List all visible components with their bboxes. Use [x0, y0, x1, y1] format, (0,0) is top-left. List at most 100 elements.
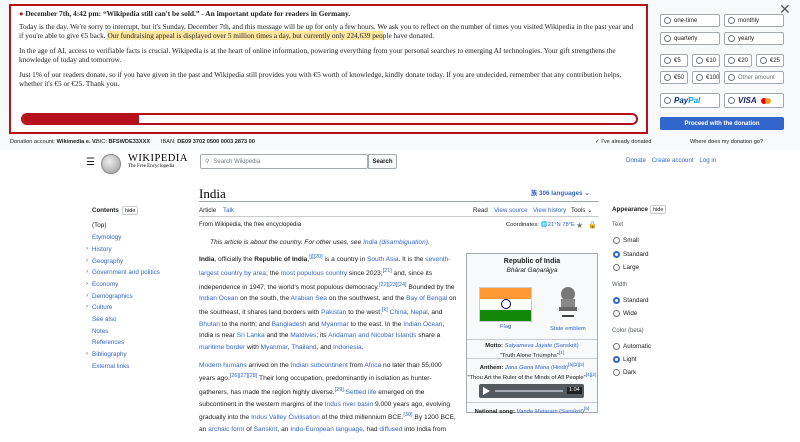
create-account-link[interactable]: Create account [652, 157, 694, 164]
freq-one-time[interactable]: one-time [660, 14, 720, 27]
tab-read[interactable]: Read [473, 207, 488, 214]
flag-image[interactable] [479, 287, 532, 322]
radio-color-dark[interactable] [613, 369, 620, 376]
anthem-link[interactable]: Jana Gana Mana [505, 365, 549, 371]
fundraising-banner: ● December 7th, 4:42 pm: “Wikipedia stil… [0, 0, 800, 150]
amount-20[interactable]: €20 [724, 54, 752, 67]
audio-progress[interactable] [495, 390, 563, 392]
toc-item[interactable]: Demographics [92, 293, 133, 300]
card-option[interactable]: VISA [724, 93, 784, 108]
language-button[interactable]: 族 306 languages ⌄ [531, 188, 589, 197]
donate-link[interactable]: Donate [626, 157, 646, 164]
freq-label: yearly [738, 35, 755, 42]
radio-width-wide[interactable] [613, 310, 620, 317]
appearance-title: Appearance [612, 206, 649, 213]
anthem-ref[interactable]: [4][2] [586, 373, 597, 378]
tab-article[interactable]: Article [199, 207, 216, 214]
search-input[interactable]: ⚲ Search Wikipedia [200, 154, 368, 169]
chevron-right-icon[interactable]: › [86, 304, 88, 310]
toc-item[interactable]: History [92, 246, 112, 253]
radio-text-large[interactable] [613, 264, 620, 271]
chevron-right-icon[interactable]: › [86, 246, 88, 252]
tools-menu[interactable]: Tools ⌄ [571, 207, 592, 214]
hatnote-text: This article is about the country. For o… [210, 239, 364, 246]
toc-item[interactable]: Culture [92, 304, 112, 311]
radio-text-small[interactable] [613, 237, 620, 244]
infobox-subtitle: Bhārat Gaṇarājya [506, 267, 558, 274]
toc-item[interactable]: Government and politics [92, 269, 160, 276]
tab-talk[interactable]: Talk [223, 207, 234, 214]
already-donated-link[interactable]: ✓ I've already donated [595, 139, 651, 145]
other-amount-input[interactable]: Other amount [724, 71, 784, 84]
tools-label: Tools [571, 207, 586, 214]
chevron-right-icon[interactable]: › [86, 351, 88, 357]
freq-yearly[interactable]: yearly [724, 32, 784, 45]
radio-color-automatic[interactable] [613, 343, 620, 350]
where-donation-link[interactable]: Where does my donation go? [690, 139, 763, 145]
mastercard-icon [760, 97, 771, 104]
toc-item[interactable]: (Top) [92, 222, 106, 229]
toc-item[interactable]: Economy [92, 281, 118, 288]
anthem-ref[interactable]: [a][2][3] [568, 363, 584, 368]
close-icon[interactable]: ✕ [779, 1, 791, 18]
toc-hide-button[interactable]: hide [122, 206, 139, 215]
toc-item[interactable]: External links [92, 363, 129, 370]
radio-width-standard[interactable] [613, 297, 620, 304]
wikipedia-wordmark[interactable]: WIKIPEDIA [128, 153, 188, 164]
radio-color-light[interactable] [613, 356, 620, 363]
chevron-right-icon[interactable]: › [86, 281, 88, 287]
account-info: Donation account: Wikimedia e. V. [10, 139, 97, 145]
proceed-donation-button[interactable]: Proceed with the donation [660, 117, 784, 130]
chevron-right-icon[interactable]: › [86, 293, 88, 299]
chevron-right-icon[interactable]: › [86, 258, 88, 264]
motto-lang[interactable]: (Sanskrit) [554, 343, 579, 349]
toc-item[interactable]: Etymology [92, 234, 121, 241]
star-icon[interactable]: ★ [576, 221, 583, 230]
toc-item[interactable]: References [92, 339, 124, 346]
freq-quarterly[interactable]: quarterly [660, 32, 720, 45]
paypal-logo-a: Pay [674, 96, 689, 105]
tab-view-source[interactable]: View source [494, 207, 528, 214]
paypal-option[interactable]: PayPal [660, 93, 720, 108]
menu-icon[interactable]: ☰ [86, 157, 95, 168]
amount-10[interactable]: €10 [692, 54, 720, 67]
amount-5[interactable]: €5 [660, 54, 688, 67]
motto-ref[interactable]: [1] [559, 351, 564, 356]
tab-view-history[interactable]: View history [533, 207, 566, 214]
amount-25[interactable]: €25 [756, 54, 784, 67]
amount-100[interactable]: €100 [692, 71, 720, 84]
audio-player[interactable]: 1:04 [479, 384, 584, 398]
appearance-hide-button[interactable]: hide [650, 205, 667, 214]
toc-item[interactable]: Notes [92, 328, 108, 335]
emblem-caption[interactable]: State emblem [550, 326, 586, 333]
amount-50[interactable]: €50 [660, 71, 688, 84]
width-wide-label: Wide [623, 310, 638, 317]
lock-icon: 🔒 [588, 222, 597, 229]
motto-link[interactable]: Satyameva Jayate [505, 343, 553, 349]
coordinates[interactable]: Coordinates: 🌐21°N 78°E [506, 222, 575, 228]
play-icon[interactable] [483, 387, 490, 395]
flag-caption[interactable]: Flag [500, 324, 511, 331]
wikipedia-globe-logo[interactable] [101, 154, 121, 174]
chevron-down-icon: ⌄ [587, 207, 593, 214]
bic-value: BFSWDE33XXX [108, 139, 151, 145]
toc-item[interactable]: See also [92, 316, 117, 323]
toc-item[interactable]: Bibliography [92, 351, 127, 358]
anthem-lang[interactable]: (Hindi) [551, 365, 568, 371]
infobox-title: Republic of India [503, 258, 561, 265]
login-link[interactable]: Log in [699, 157, 716, 164]
tab-divider [199, 216, 599, 217]
search-button[interactable]: Search [368, 154, 397, 169]
state-emblem-image[interactable] [555, 285, 581, 323]
disambiguation-link[interactable]: India (disambiguation) [363, 239, 428, 246]
freq-label: monthly [738, 17, 760, 24]
song-ref[interactable]: [b] [584, 407, 589, 412]
radio-text-standard[interactable] [613, 251, 620, 258]
freq-monthly[interactable]: monthly [724, 14, 784, 27]
visa-logo: VISA [738, 96, 757, 105]
coords-label: Coordinates: [506, 222, 539, 228]
toc-item[interactable]: Geography [92, 258, 123, 265]
color-dark-label: Dark [623, 369, 637, 376]
globe-icon: 🌐 [540, 222, 548, 228]
chevron-right-icon[interactable]: › [86, 269, 88, 275]
